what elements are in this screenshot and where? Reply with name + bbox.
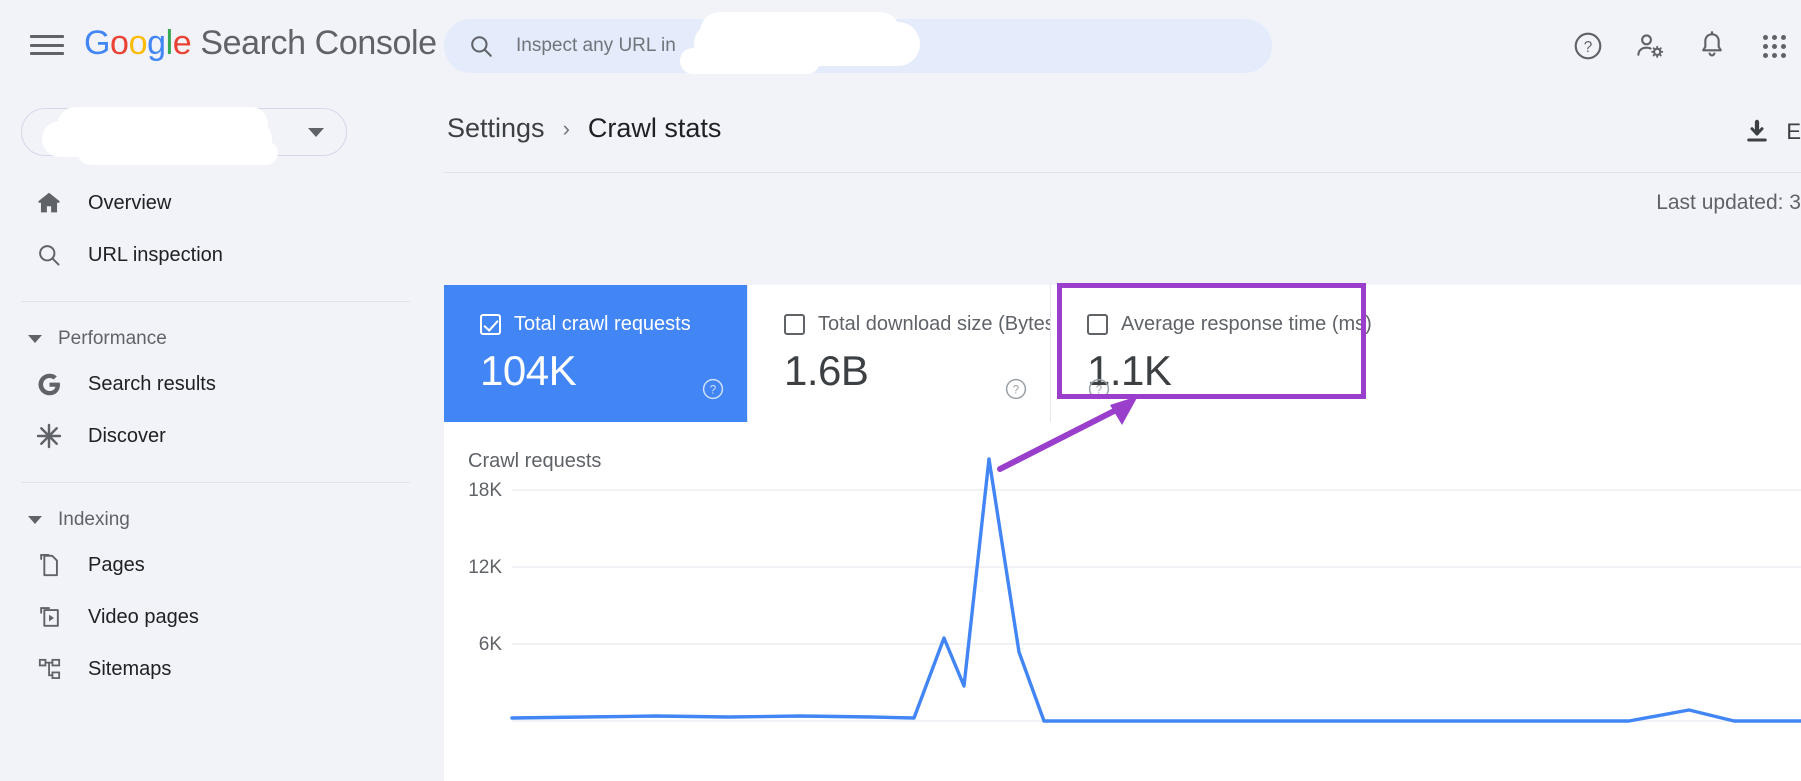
- sidebar-item-sitemaps[interactable]: Sitemaps: [0, 643, 440, 695]
- sidebar-item-label: Pages: [88, 553, 145, 576]
- brand-suffix: Search Console: [200, 24, 437, 62]
- sitemaps-tree-icon: [34, 654, 64, 684]
- metric-checkbox[interactable]: [480, 314, 501, 335]
- metric-card-average-response-time[interactable]: Average response time (ms) 1.1K ?: [1050, 285, 1801, 422]
- sidebar-item-video-pages[interactable]: Video pages: [0, 591, 440, 643]
- sidebar-navigation: Overview URL inspection Performance Sear…: [0, 91, 440, 781]
- crawl-requests-chart-card: Crawl requests 18K 12K 6K: [444, 422, 1801, 781]
- metric-card-total-download-size[interactable]: Total download size (Bytes) 1.6B ?: [747, 285, 1061, 422]
- help-icon[interactable]: ?: [1087, 377, 1111, 406]
- svg-text:?: ?: [1096, 384, 1102, 396]
- logo-letter-e: e: [172, 24, 192, 62]
- home-icon: [34, 188, 64, 218]
- google-search-console-logo: Google Search Console: [84, 24, 437, 63]
- crawl-requests-line-chart: 18K 12K 6K: [468, 457, 1801, 723]
- sidebar-divider: [21, 482, 410, 483]
- sidebar-group-label: Indexing: [58, 509, 130, 530]
- logo-letter-o1: o: [110, 24, 129, 62]
- search-icon: [471, 36, 492, 57]
- chevron-down-icon: [28, 335, 42, 343]
- svg-text:?: ?: [1584, 39, 1593, 56]
- main-content: Settings › Crawl stats E Last updated: 3: [440, 91, 1801, 781]
- sidebar-item-search-results[interactable]: Search results: [0, 358, 440, 410]
- sidebar-item-label: Sitemaps: [88, 657, 172, 680]
- sidebar-item-label: Overview: [88, 191, 172, 214]
- sidebar-item-overview[interactable]: Overview: [0, 177, 440, 229]
- sidebar-item-discover[interactable]: Discover: [0, 410, 440, 462]
- download-icon: [1747, 119, 1768, 142]
- sidebar-item-label: Video pages: [88, 605, 199, 628]
- sidebar-item-label: URL inspection: [88, 243, 223, 266]
- metric-value: 1.1K: [1087, 347, 1172, 394]
- sidebar-item-pages[interactable]: Pages: [0, 539, 440, 591]
- svg-text:?: ?: [710, 384, 716, 396]
- header-divider: [444, 172, 1801, 173]
- breadcrumb-row: Settings › Crawl stats E: [440, 91, 1801, 173]
- export-button[interactable]: E: [1742, 117, 1801, 147]
- sidebar-divider: [21, 301, 410, 302]
- search-placeholder: Inspect any URL in: [516, 35, 676, 56]
- svg-text:?: ?: [1013, 384, 1019, 396]
- google-g-icon: [34, 369, 64, 399]
- pages-copy-icon: [34, 550, 64, 580]
- sidebar-item-label: Discover: [88, 424, 166, 447]
- ytick-label-12k: 12K: [468, 557, 502, 578]
- hamburger-menu-icon[interactable]: [30, 31, 64, 59]
- logo-letter-g2: g: [147, 24, 166, 62]
- metric-checkbox[interactable]: [1087, 314, 1108, 335]
- metric-checkbox[interactable]: [784, 314, 805, 335]
- chevron-down-icon: [308, 127, 324, 137]
- sidebar-group-label: Performance: [58, 328, 167, 349]
- help-icon[interactable]: ?: [1004, 377, 1028, 406]
- breadcrumb-settings[interactable]: Settings: [447, 113, 545, 144]
- breadcrumb: Settings › Crawl stats: [447, 113, 721, 144]
- page-title: Crawl stats: [587, 113, 722, 143]
- metric-card-total-crawl-requests[interactable]: Total crawl requests 104K ?: [444, 285, 747, 422]
- help-icon[interactable]: ?: [701, 377, 725, 406]
- property-selector[interactable]: [21, 108, 347, 156]
- logo-letter-l: l: [165, 24, 174, 62]
- notifications-bell-icon[interactable]: [1685, 19, 1739, 73]
- help-icon[interactable]: ?: [1561, 19, 1615, 73]
- account-settings-icon[interactable]: [1623, 19, 1677, 73]
- export-button-label: E: [1786, 119, 1801, 144]
- sidebar-nav-list: Overview URL inspection Performance Sear…: [0, 177, 440, 695]
- google-apps-icon[interactable]: [1747, 19, 1801, 73]
- header-actions: ?: [1561, 19, 1801, 73]
- breadcrumb-separator: ›: [562, 115, 570, 141]
- sidebar-group-performance[interactable]: Performance: [0, 320, 440, 358]
- chart-line-crawl-requests: [510, 457, 1801, 723]
- last-updated-text: Last updated: 3: [1656, 191, 1801, 214]
- sidebar-item-url-inspection[interactable]: URL inspection: [0, 229, 440, 281]
- logo-letter-o2: o: [128, 24, 148, 62]
- metric-label: Average response time (ms): [1121, 313, 1372, 335]
- search-console-page: Google Search Console Inspect any URL in…: [0, 0, 1801, 781]
- metric-cards-row: Total crawl requests 104K ? Total downlo…: [444, 285, 1801, 422]
- ytick-label-6k: 6K: [479, 634, 503, 655]
- search-icon: [34, 240, 64, 270]
- ytick-label-18k: 18K: [468, 480, 502, 501]
- metric-label: Total crawl requests: [514, 313, 691, 335]
- sidebar-group-indexing[interactable]: Indexing: [0, 501, 440, 539]
- metric-label: Total download size (Bytes): [818, 313, 1062, 335]
- url-inspection-search-input[interactable]: Inspect any URL in: [444, 19, 1272, 73]
- chevron-down-icon: [28, 516, 42, 524]
- video-pages-icon: [34, 602, 64, 632]
- discover-asterisk-icon: [34, 421, 64, 451]
- sidebar-item-label: Search results: [88, 372, 216, 395]
- logo-letter-g: G: [84, 24, 111, 62]
- top-header-bar: Google Search Console Inspect any URL in…: [0, 0, 1801, 91]
